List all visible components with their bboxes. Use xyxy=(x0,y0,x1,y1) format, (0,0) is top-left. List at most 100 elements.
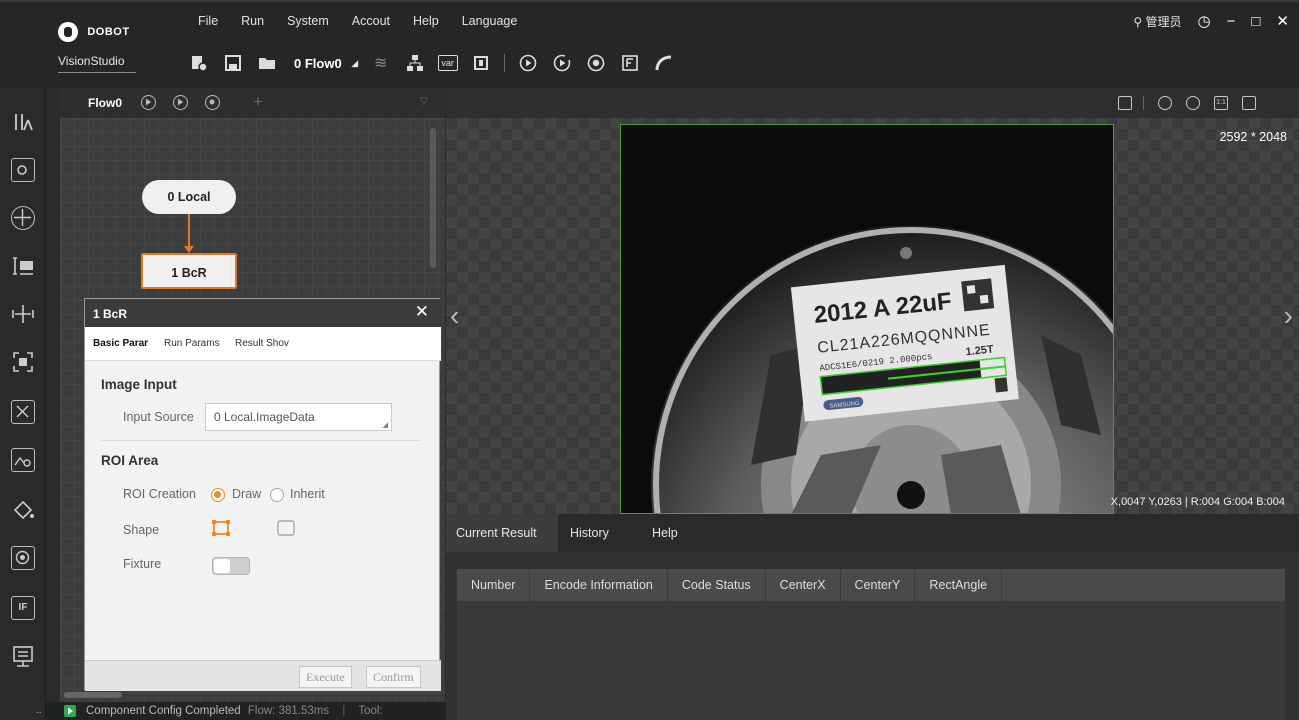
captured-image[interactable]: 2012 A 22uF CL21A226MQQNNNE ADCS1E6/0219… xyxy=(620,124,1114,514)
section-image-input: Image Input xyxy=(101,377,177,392)
input-source-select[interactable]: 0 Local.ImageData ◢ xyxy=(205,403,392,431)
roi-inherit-radio[interactable] xyxy=(270,488,284,502)
menu-system[interactable]: System xyxy=(277,14,342,28)
communication-tool-icon[interactable] xyxy=(11,644,35,668)
maximize-button[interactable]: □ xyxy=(1251,13,1260,30)
menu-run[interactable]: Run xyxy=(231,14,277,28)
tab-flow0[interactable]: Flow0 xyxy=(88,96,122,110)
image-toolbar: 1:1 xyxy=(446,88,1299,118)
deep-learning-icon[interactable] xyxy=(11,546,35,570)
run-once-icon[interactable] xyxy=(517,52,539,74)
flow-time-value: 381.53ms xyxy=(278,705,330,717)
flow-stop-icon[interactable] xyxy=(205,95,220,110)
dialog-title-bar[interactable]: 1 BcR ✕ xyxy=(85,299,441,327)
status-text: Component Config Completed xyxy=(86,705,241,717)
chevron-down-icon[interactable]: ▽ xyxy=(420,96,428,107)
menu-file[interactable]: File xyxy=(188,14,231,28)
new-solution-icon[interactable] xyxy=(188,52,210,74)
logic-if-icon[interactable]: IF xyxy=(11,596,35,620)
save-icon[interactable] xyxy=(222,52,244,74)
status-bar: .. Component Config Completed Flow: 381.… xyxy=(36,702,446,720)
status-message: Component Config Completed Flow: 381.53m… xyxy=(86,705,383,717)
network-icon[interactable] xyxy=(404,52,426,74)
module-config-dialog: 1 BcR ✕ Basic Parar Run Params Result Sh… xyxy=(84,298,441,691)
dropdown-arrow-icon[interactable]: ◢ xyxy=(350,52,360,74)
divider xyxy=(58,72,136,73)
col-number[interactable]: Number xyxy=(457,569,531,601)
run-loop-icon[interactable] xyxy=(551,52,573,74)
shape-label: Shape xyxy=(123,523,160,537)
open-folder-icon[interactable] xyxy=(256,52,278,74)
format-icon[interactable] xyxy=(619,52,641,74)
user-menu[interactable]: ⚲ 管理员 xyxy=(1133,13,1181,30)
close-button[interactable]: ✕ xyxy=(1276,12,1289,30)
tab-basic-params[interactable]: Basic Parar xyxy=(93,338,148,349)
zoom-out-icon[interactable] xyxy=(1186,96,1200,110)
flow-node-local[interactable]: 0 Local xyxy=(142,180,236,214)
measure-icon[interactable] xyxy=(11,254,35,278)
layers-icon[interactable]: ≋ xyxy=(370,52,392,74)
tab-current-result[interactable]: Current Result xyxy=(446,514,558,552)
flow-node-barcode[interactable]: 1 BcR xyxy=(141,253,237,289)
roi-draw-label[interactable]: Draw xyxy=(232,487,261,501)
menu-language[interactable]: Language xyxy=(452,14,531,28)
collect-tools-icon[interactable] xyxy=(11,110,35,134)
flow-tab-bar: Flow0 + ▽ xyxy=(60,88,445,118)
positioning-icon[interactable] xyxy=(11,206,35,230)
close-icon[interactable]: ✕ xyxy=(415,302,429,322)
rectangle-roi-icon[interactable] xyxy=(211,518,231,538)
menu-account[interactable]: Accout xyxy=(342,14,403,28)
canvas-scrollbar[interactable] xyxy=(430,128,436,268)
variable-icon[interactable]: var xyxy=(437,55,458,71)
communication-icon[interactable] xyxy=(653,52,675,74)
user-name: 管理员 xyxy=(1145,14,1182,29)
module-icon[interactable] xyxy=(470,52,492,74)
toolbar-separator xyxy=(503,54,505,72)
minimize-button[interactable]: − xyxy=(1227,13,1236,30)
help-circle-icon[interactable]: ◷ xyxy=(1198,12,1211,30)
flow-selector[interactable]: 0 Flow0 xyxy=(294,56,342,71)
status-separator: | xyxy=(342,705,346,717)
status-dots: .. xyxy=(36,705,42,716)
execute-button[interactable]: Execute xyxy=(299,666,352,688)
tab-result-show[interactable]: Result Shov xyxy=(235,338,289,349)
col-center-x[interactable]: CenterX xyxy=(766,569,841,601)
dialog-tabs: Basic Parar Run Params Result Shov xyxy=(85,327,441,361)
recognition-icon[interactable] xyxy=(11,350,35,374)
dobot-logo-icon xyxy=(58,22,78,42)
user-icon: ⚲ xyxy=(1133,14,1143,29)
fixture-toggle[interactable] xyxy=(212,557,250,575)
flow-run-loop-icon[interactable] xyxy=(173,95,188,110)
actual-size-icon[interactable]: 1:1 xyxy=(1214,96,1228,110)
roi-draw-radio[interactable] xyxy=(211,488,225,502)
confirm-button[interactable]: Confirm xyxy=(366,666,421,688)
expand-icon[interactable] xyxy=(1242,96,1256,110)
col-center-y[interactable]: CenterY xyxy=(841,569,916,601)
col-encode-information[interactable]: Encode Information xyxy=(530,569,668,601)
full-image-roi-icon[interactable] xyxy=(276,518,296,538)
tab-history[interactable]: History xyxy=(560,514,619,552)
col-rect-angle[interactable]: RectAngle xyxy=(915,569,1003,601)
dialog-footer: Execute Confirm xyxy=(85,660,441,691)
menu-help[interactable]: Help xyxy=(403,14,452,28)
image-settings-icon[interactable] xyxy=(11,448,35,472)
stop-icon[interactable] xyxy=(585,52,607,74)
tab-run-params[interactable]: Run Params xyxy=(164,338,220,349)
toolbar: 0 Flow0 ◢ ≋ var xyxy=(188,48,687,78)
zoom-in-icon[interactable] xyxy=(1158,96,1172,110)
image-processing-icon[interactable] xyxy=(11,400,35,424)
next-image-icon[interactable]: › xyxy=(1284,300,1293,332)
flow-run-once-icon[interactable] xyxy=(141,95,156,110)
add-flow-icon[interactable]: + xyxy=(253,92,263,112)
camera-icon[interactable] xyxy=(11,158,35,182)
calibration-icon[interactable] xyxy=(11,302,35,326)
tool-time-label: Tool: xyxy=(358,705,383,717)
fit-window-icon[interactable] xyxy=(1118,96,1132,110)
tab-help[interactable]: Help xyxy=(642,514,688,552)
color-fill-icon[interactable] xyxy=(11,498,35,522)
pixel-readout: X,0047 Y,0263 | R:004 G:004 B:004 xyxy=(1110,496,1285,508)
canvas-horizontal-scrollbar[interactable] xyxy=(64,692,122,698)
col-code-status[interactable]: Code Status xyxy=(668,569,766,601)
roi-inherit-label[interactable]: Inherit xyxy=(290,487,325,501)
previous-image-icon[interactable]: ‹ xyxy=(450,300,459,332)
